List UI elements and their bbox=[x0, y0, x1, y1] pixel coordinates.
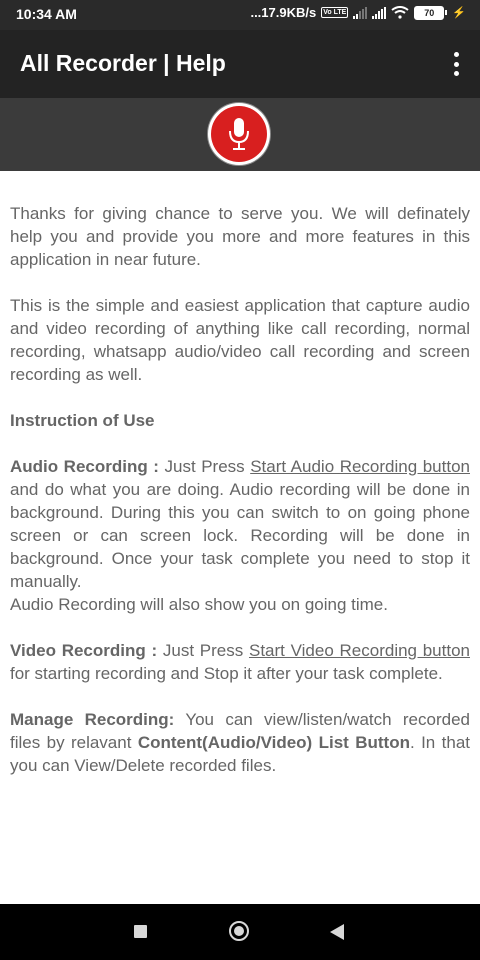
network-speed: ...17.9KB/s bbox=[250, 5, 317, 20]
charging-icon: ⚡ bbox=[452, 7, 466, 19]
status-bar: 10:34 AM ...17.9KB/s Vo LTE 70 ⚡ bbox=[0, 0, 480, 30]
battery-level: 70 bbox=[414, 5, 445, 20]
description-paragraph: This is the simple and easiest applicati… bbox=[10, 296, 470, 384]
manage-label: Manage Recording: bbox=[10, 710, 175, 729]
list-button-name: Content(Audio/Video) List Button bbox=[137, 733, 410, 752]
recorder-header bbox=[0, 98, 480, 171]
recents-button[interactable] bbox=[134, 925, 147, 938]
system-nav-bar bbox=[0, 904, 480, 960]
video-label: Video Recording : bbox=[10, 641, 158, 660]
audio-button-link: Start Audio Recording button bbox=[250, 457, 470, 476]
home-button[interactable] bbox=[229, 921, 249, 941]
back-button[interactable] bbox=[330, 924, 344, 940]
video-instruction: Video Recording : Just Press Start Video… bbox=[10, 641, 470, 683]
audio-instruction: Audio Recording : Just Press Start Audio… bbox=[10, 457, 470, 591]
status-indicators: ...17.9KB/s Vo LTE 70 ⚡ bbox=[250, 5, 466, 20]
intro-paragraph: Thanks for giving chance to serve you. W… bbox=[10, 204, 470, 269]
volte-icon: Vo LTE bbox=[321, 7, 349, 18]
instruction-heading: Instruction of Use bbox=[10, 411, 155, 430]
page-title: All Recorder | Help bbox=[20, 50, 226, 76]
record-button[interactable] bbox=[211, 106, 267, 162]
microphone-icon bbox=[229, 118, 249, 150]
wifi-icon bbox=[391, 6, 409, 19]
app-bar: All Recorder | Help bbox=[0, 30, 480, 98]
status-time: 10:34 AM bbox=[16, 6, 77, 22]
signal-icon-sim2 bbox=[372, 6, 387, 19]
audio-label: Audio Recording : bbox=[10, 457, 159, 476]
manage-instruction: Manage Recording: You can view/listen/wa… bbox=[10, 710, 470, 775]
audio-extra: Audio Recording will also show you on go… bbox=[10, 595, 388, 614]
signal-icon-sim1 bbox=[353, 6, 368, 19]
more-vert-icon[interactable] bbox=[452, 52, 460, 76]
video-button-link: Start Video Recording button bbox=[248, 641, 470, 660]
battery-icon: 70 bbox=[414, 5, 448, 20]
help-content: Thanks for giving chance to serve you. W… bbox=[10, 202, 470, 800]
